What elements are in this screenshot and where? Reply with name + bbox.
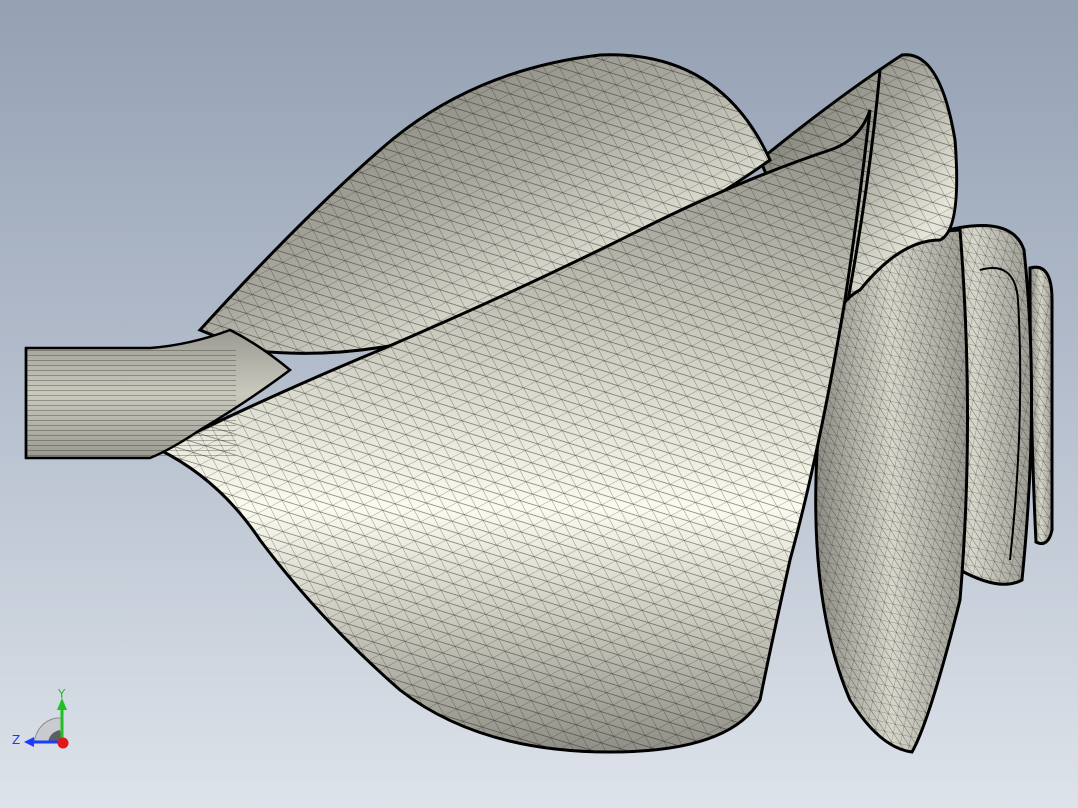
mesh-model[interactable]	[0, 0, 1078, 808]
y-axis-label: Y	[57, 687, 66, 701]
z-axis-arrowhead-icon	[24, 737, 34, 747]
x-axis-dot-icon	[57, 737, 69, 749]
graphics-viewport[interactable]: Y Z	[0, 0, 1078, 808]
z-axis-label: Z	[12, 733, 20, 747]
view-triad[interactable]: Y Z	[10, 686, 80, 756]
rib-small-right	[1028, 265, 1054, 545]
